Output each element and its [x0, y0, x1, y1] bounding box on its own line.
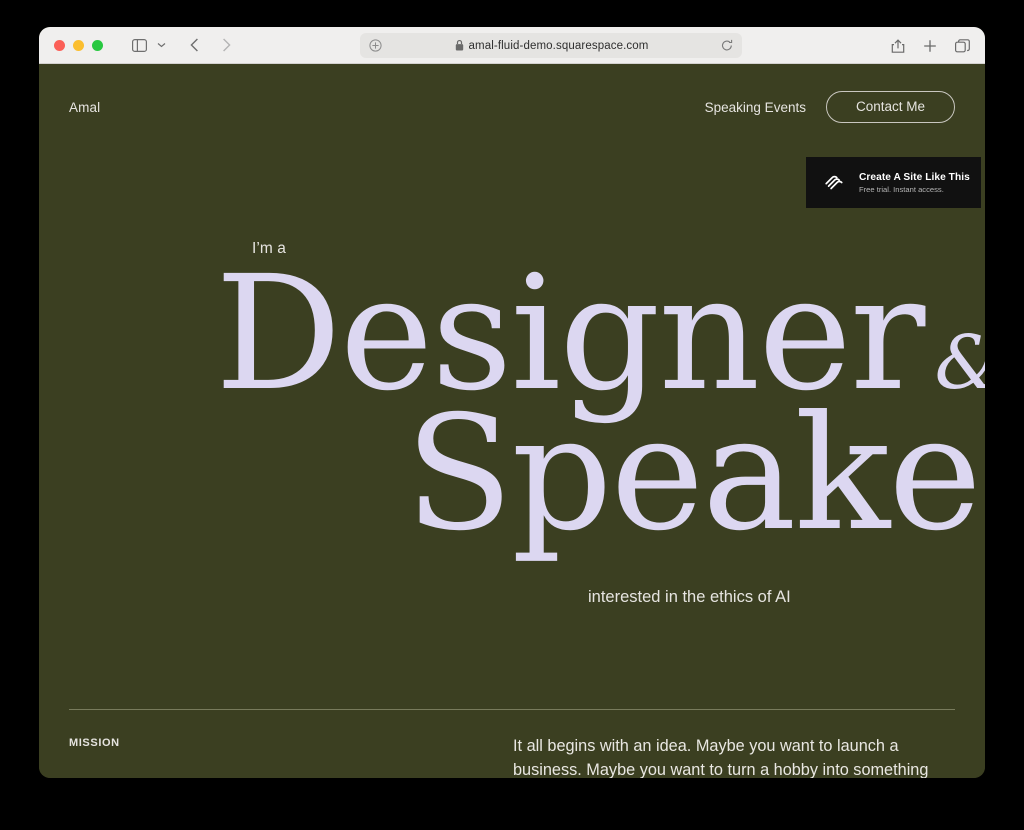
toolbar-right-controls — [889, 27, 971, 64]
lock-icon — [455, 40, 464, 51]
website-viewport: Amal Speaking Events Contact Me I’m a De… — [39, 64, 985, 778]
squarespace-promo-banner[interactable]: Create A Site Like This Free trial. Inst… — [806, 157, 981, 208]
tab-overview-icon[interactable] — [953, 36, 971, 56]
reader-mode-icon[interactable] — [369, 39, 382, 52]
browser-toolbar: amal-fluid-demo.squarespace.com — [39, 27, 985, 64]
url-text: amal-fluid-demo.squarespace.com — [468, 39, 649, 52]
plus-icon[interactable] — [921, 36, 939, 56]
close-window-button[interactable] — [54, 39, 65, 51]
url-display[interactable]: amal-fluid-demo.squarespace.com — [382, 40, 721, 52]
minimize-window-button[interactable] — [73, 39, 84, 51]
section-divider — [69, 709, 955, 710]
chevron-right-icon[interactable] — [213, 33, 239, 57]
mission-section: MISSION It all begins with an idea. Mayb… — [39, 690, 985, 778]
promo-title: Create A Site Like This — [859, 171, 970, 183]
hero-word-speaker: Speaker — [405, 382, 985, 566]
reload-icon[interactable] — [721, 39, 733, 52]
address-bar[interactable]: amal-fluid-demo.squarespace.com — [360, 33, 742, 58]
browser-window: amal-fluid-demo.squarespace.com Amal Spe… — [39, 27, 985, 778]
nav-link-speaking-events[interactable]: Speaking Events — [705, 100, 806, 115]
promo-text-block: Create A Site Like This Free trial. Inst… — [859, 172, 970, 194]
hero-word-designer: Designer — [215, 242, 925, 426]
hero-headline-line-1: Designer & — [215, 242, 985, 426]
site-header: Amal Speaking Events Contact Me — [39, 64, 985, 150]
sidebar-icon[interactable] — [126, 33, 152, 57]
contact-me-button[interactable]: Contact Me — [825, 91, 955, 123]
toolbar-left-controls — [103, 33, 239, 57]
window-controls — [39, 39, 103, 51]
mission-label: MISSION — [69, 737, 120, 749]
mission-body: MISSION It all begins with an idea. Mayb… — [69, 710, 955, 778]
maximize-window-button[interactable] — [92, 39, 103, 51]
hero-section: I’m a Designer & Speaker interested in t… — [39, 150, 985, 690]
hero-subtitle: interested in the ethics of AI — [588, 588, 791, 606]
share-icon[interactable] — [889, 36, 907, 56]
mission-paragraph: It all begins with an idea. Maybe you wa… — [513, 737, 929, 778]
site-navigation: Speaking Events Contact Me — [705, 91, 955, 123]
promo-subtitle: Free trial. Instant access. — [859, 184, 944, 194]
chevron-down-icon[interactable] — [152, 33, 170, 57]
hero-headline-line-2: Speaker — [405, 395, 985, 553]
chevron-left-icon[interactable] — [181, 33, 207, 57]
squarespace-logo-icon — [821, 170, 847, 196]
site-logo[interactable]: Amal — [69, 100, 100, 115]
